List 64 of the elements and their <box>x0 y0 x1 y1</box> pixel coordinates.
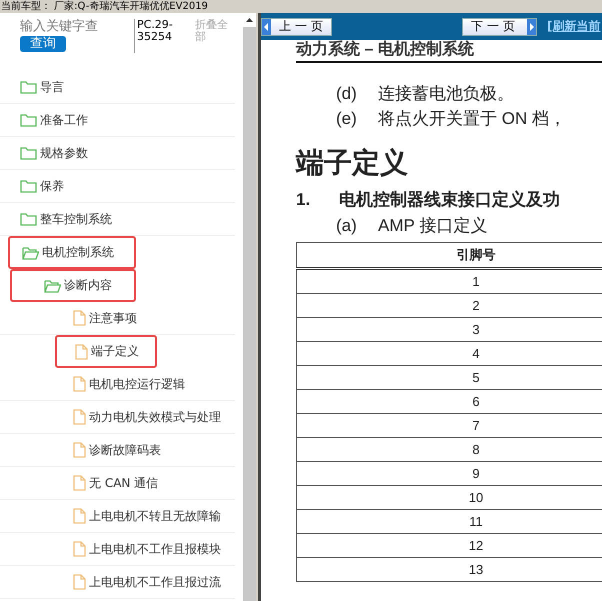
tree-item[interactable]: 准备工作 <box>0 104 235 137</box>
refresh-page-link[interactable]: [刷新当前 <box>547 18 600 35</box>
tree-item[interactable]: 上电电机不工作且报过流 <box>0 566 235 599</box>
document-icon <box>73 376 86 392</box>
document-icon <box>73 475 86 491</box>
tree-item[interactable]: 无 CAN 通信 <box>0 467 235 500</box>
tree-item[interactable]: 电机控制系统 <box>8 236 136 269</box>
folder-icon <box>20 179 37 193</box>
section-title: 电机控制器线束接口定义及功 <box>339 189 560 211</box>
subsection-title: AMP 接口定义 <box>378 215 488 237</box>
document-icon <box>73 508 86 524</box>
code-label: PC.29-35254 <box>134 19 193 53</box>
tree-item[interactable]: 保养 <box>0 170 235 203</box>
document-icon <box>73 442 86 458</box>
step-text: 连接蓄电池负极。 <box>378 83 514 105</box>
running-head: 动力系统 – 电机控制系统 <box>296 40 602 63</box>
folder-icon <box>20 212 37 226</box>
column-header: 引脚号 <box>296 242 602 268</box>
table-cell: 5 <box>296 366 602 390</box>
tree-item[interactable]: 动力电机失效模式与处理 <box>0 401 235 434</box>
table-cell: 7 <box>296 414 602 438</box>
document-icon <box>73 574 86 590</box>
step-marker: (d) <box>335 83 358 105</box>
table-cell: 3 <box>296 318 602 342</box>
tree-item[interactable]: 诊断内容 <box>10 269 136 302</box>
tree-item[interactable]: 规格参数 <box>0 137 235 170</box>
step-marker: (e) <box>335 108 358 130</box>
table-cell: 4 <box>296 342 602 366</box>
table-cell: 12 <box>296 534 602 558</box>
table-cell: 8 <box>296 438 602 462</box>
document-icon <box>73 310 86 326</box>
tree-item[interactable]: 上电电机不转且无故障输 <box>0 500 235 533</box>
scrollbar[interactable] <box>243 13 256 601</box>
table-cell: 6 <box>296 390 602 414</box>
next-page-button[interactable]: 下一页 <box>462 18 537 36</box>
folder-icon <box>20 146 37 160</box>
tree-item[interactable]: 注意事项 <box>0 302 235 335</box>
table-cell: 10 <box>296 486 602 510</box>
document-icon <box>75 344 88 360</box>
section-number: 1. <box>296 189 312 211</box>
folder-icon <box>20 113 37 127</box>
tree-item[interactable]: 上电电机不工作且报模块 <box>0 533 235 566</box>
search-button[interactable]: 查询 <box>20 36 66 52</box>
tree-item[interactable]: 电机电控运行逻辑 <box>0 368 235 401</box>
subsection-marker: (a) <box>335 215 358 237</box>
previous-page-button[interactable]: 上一页 <box>261 18 332 36</box>
open-folder-icon <box>44 278 61 292</box>
tree-item[interactable]: 端子定义 <box>55 335 157 368</box>
table-cell: 11 <box>296 510 602 534</box>
scroll-up-icon[interactable] <box>246 18 253 22</box>
table-cell: 1 <box>296 268 602 294</box>
step-text: 将点火开关置于 ON 档， <box>378 108 566 130</box>
tree-item[interactable]: 整车控制系统 <box>0 203 235 236</box>
section-heading: 端子定义 <box>296 146 409 180</box>
tree-item[interactable]: 诊断故障码表 <box>0 434 235 467</box>
document-icon <box>73 409 86 425</box>
folder-icon <box>20 80 37 94</box>
open-folder-icon <box>22 246 39 260</box>
vehicle-label: 当前车型： 厂家:Q-奇瑞汽车开瑞优优EV2019 <box>0 1 208 12</box>
table-cell: 13 <box>296 558 602 582</box>
table-cell: 2 <box>296 294 602 318</box>
table-cell: 9 <box>296 462 602 486</box>
document-icon <box>73 541 86 557</box>
tree-item[interactable]: 导言 <box>0 71 235 104</box>
